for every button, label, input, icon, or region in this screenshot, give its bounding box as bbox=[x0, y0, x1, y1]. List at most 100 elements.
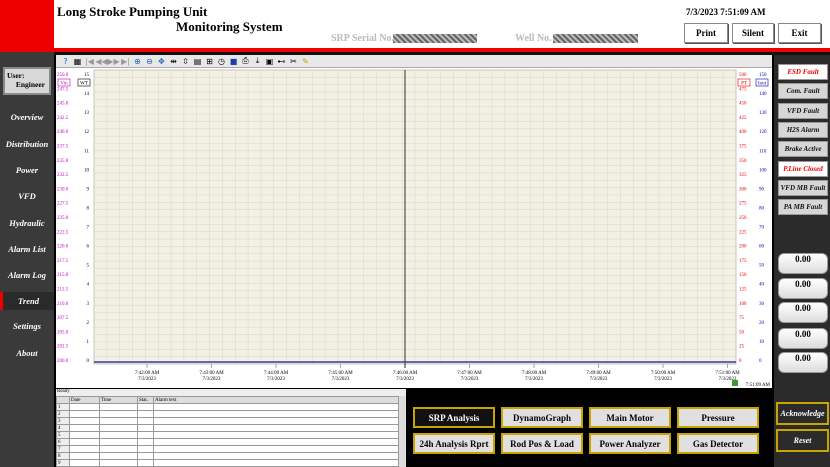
srp-analysis-button[interactable]: SRP Analysis bbox=[413, 407, 495, 428]
brake-active: Brake Active bbox=[778, 141, 828, 157]
zoom-in-icon[interactable]: ⊕ bbox=[132, 56, 143, 66]
stop-icon[interactable]: ■ bbox=[228, 56, 239, 66]
pt-axis-tick: 475 bbox=[739, 87, 747, 92]
dynamograph-button[interactable]: DynamoGraph bbox=[501, 407, 583, 428]
app-title-line1: Long Stroke Pumping Unit bbox=[57, 4, 208, 19]
pt-axis-tick: 500 bbox=[739, 73, 747, 78]
nav-power[interactable]: Power bbox=[0, 161, 54, 179]
help-icon[interactable]: ? bbox=[60, 56, 71, 66]
iout-axis-tick: 50 bbox=[759, 264, 765, 269]
row-number: 1 bbox=[56, 403, 70, 411]
x-tick-time: 7:49:00 AM bbox=[586, 371, 611, 376]
select-data-icon[interactable]: ▣ bbox=[264, 56, 275, 66]
table-row[interactable]: 3 bbox=[56, 417, 406, 425]
x-tick-date: 7/3/2023 bbox=[525, 377, 543, 382]
table-row[interactable]: 9 bbox=[56, 459, 406, 467]
vin-axis-tick: 227.5 bbox=[57, 202, 69, 207]
nav-trend[interactable]: Trend bbox=[0, 292, 54, 310]
table-row[interactable]: 8 bbox=[56, 452, 406, 460]
srp-serial-label: SRP Serial No. bbox=[331, 33, 395, 44]
nav-hydraulic[interactable]: Hydraulic bbox=[0, 214, 54, 232]
wt-axis-tick: 15 bbox=[84, 73, 90, 78]
first-page-icon[interactable]: |◀ bbox=[84, 56, 95, 66]
pt-axis-tick: 150 bbox=[739, 273, 747, 278]
well-no-label: Well No. bbox=[515, 33, 552, 44]
ruler-icon[interactable]: ▤ bbox=[192, 56, 203, 66]
pt-axis-tick: 200 bbox=[739, 245, 747, 250]
status-icon bbox=[732, 380, 738, 386]
main-motor-button[interactable]: Main Motor bbox=[589, 407, 671, 428]
alarm-table[interactable]: Date Time Stat. Alarm text 1 2 3 4 5 6 7… bbox=[56, 396, 406, 467]
pt-axis-tick: 450 bbox=[739, 102, 747, 107]
col-time: Time bbox=[99, 396, 138, 404]
well-no-value bbox=[553, 34, 638, 43]
exit-button[interactable]: Exit bbox=[778, 23, 821, 43]
x-tick-time: 7:47:00 AM bbox=[457, 371, 482, 376]
iout-axis-tick: 60 bbox=[759, 245, 765, 250]
pt-axis-tick: 75 bbox=[739, 316, 745, 321]
table-row[interactable]: 4 bbox=[56, 424, 406, 432]
print-button[interactable]: Print bbox=[684, 23, 728, 43]
nav-alarm-log[interactable]: Alarm Log bbox=[0, 266, 54, 284]
wt-axis-tick: 5 bbox=[87, 264, 90, 269]
iout-axis-tick: 20 bbox=[759, 321, 765, 326]
print-icon[interactable]: ⎙ bbox=[240, 56, 251, 66]
nav-settings[interactable]: Settings bbox=[0, 317, 54, 335]
x-tick-time: 7:45:00 AM bbox=[328, 371, 353, 376]
scissors-icon[interactable]: ✂ bbox=[288, 56, 299, 66]
table-row[interactable]: 1 bbox=[56, 403, 406, 411]
iout-axis-tick: 80 bbox=[759, 206, 765, 211]
next-page-icon[interactable]: ▶▶ bbox=[107, 56, 119, 66]
vin-axis-tick: 210.0 bbox=[57, 302, 69, 307]
clock-icon[interactable]: ◷ bbox=[216, 56, 227, 66]
wt-axis-tick: 4 bbox=[87, 283, 90, 288]
fault-pa-mb: PA MB Fault bbox=[778, 199, 828, 215]
vin-axis-tick: 240.0 bbox=[57, 130, 69, 135]
vin-axis-tick: 207.5 bbox=[57, 316, 69, 321]
nav-distribution[interactable]: Distribution bbox=[0, 135, 54, 153]
nav-alarm-list[interactable]: Alarm List bbox=[0, 240, 54, 258]
nav-about[interactable]: About bbox=[0, 344, 54, 362]
row-number: 8 bbox=[56, 452, 70, 460]
vin-axis-tick: 245.0 bbox=[57, 102, 69, 107]
x-tick-time: 7:50:00 AM bbox=[651, 371, 676, 376]
zoom-value-icon[interactable]: ⇳ bbox=[180, 56, 191, 66]
x-tick-date: 7/3/2023 bbox=[203, 377, 221, 382]
fault-vfd-mb: VFD MB Fault bbox=[778, 180, 828, 196]
col-status: Stat. bbox=[137, 396, 154, 404]
table-row[interactable]: 5 bbox=[56, 431, 406, 439]
last-page-icon[interactable]: ▶| bbox=[120, 56, 131, 66]
wt-axis-tick: 2 bbox=[87, 321, 90, 326]
table-row[interactable]: 2 bbox=[56, 410, 406, 418]
pan-icon[interactable]: ✥ bbox=[156, 56, 167, 66]
zoom-out-icon[interactable]: ⊖ bbox=[144, 56, 155, 66]
config-icon[interactable]: ▦ bbox=[72, 56, 83, 66]
alarm-table-scrollbar[interactable] bbox=[398, 396, 406, 467]
pressure-button[interactable]: Pressure bbox=[677, 407, 759, 428]
gas-detector-button[interactable]: Gas Detector bbox=[677, 433, 759, 454]
rod-pos-load-button[interactable]: Rod Pos & Load bbox=[501, 433, 583, 454]
vin-axis-tick: 235.0 bbox=[57, 159, 69, 164]
prev-page-icon[interactable]: ◀◀ bbox=[95, 56, 107, 66]
export-icon[interactable]: ⤓ bbox=[252, 56, 263, 66]
reset-button[interactable]: Reset bbox=[776, 429, 829, 452]
vin-axis-tick: 222.5 bbox=[57, 230, 69, 235]
silent-button[interactable]: Silent bbox=[732, 23, 774, 43]
trend-chart[interactable]: 250.0 247.5 245.0 242.5 240.0 237.5 235.0 232.5… bbox=[56, 68, 772, 388]
iout-axis-tick: 10 bbox=[759, 340, 765, 345]
wt-axis-tick: 9 bbox=[87, 187, 90, 192]
table-row[interactable]: 7 bbox=[56, 445, 406, 453]
nav-vfd[interactable]: VFD bbox=[0, 187, 54, 205]
analysis-report-button[interactable]: 24h Analysis Rprt bbox=[413, 433, 495, 454]
pin-icon[interactable]: ✎ bbox=[300, 56, 311, 66]
link-icon[interactable]: ⊷ bbox=[276, 56, 287, 66]
row-number: 9 bbox=[56, 459, 70, 467]
acknowledge-button[interactable]: Acknowledge bbox=[776, 402, 829, 425]
zoom-time-icon[interactable]: ⇹ bbox=[168, 56, 179, 66]
power-analyzer-button[interactable]: Power Analyzer bbox=[589, 433, 671, 454]
original-view-icon[interactable]: ⊞ bbox=[204, 56, 215, 66]
table-row[interactable]: 6 bbox=[56, 438, 406, 446]
nav-overview[interactable]: Overview bbox=[0, 108, 54, 126]
trend-toolbar: ? ▦ |◀ ◀◀ ▶▶ ▶| ⊕ ⊖ ✥ ⇹ ⇳ ▤ ⊞ ◷ ■ ⎙ ⤓ ▣ … bbox=[56, 55, 772, 68]
wt-axis-tick: 6 bbox=[87, 245, 90, 250]
